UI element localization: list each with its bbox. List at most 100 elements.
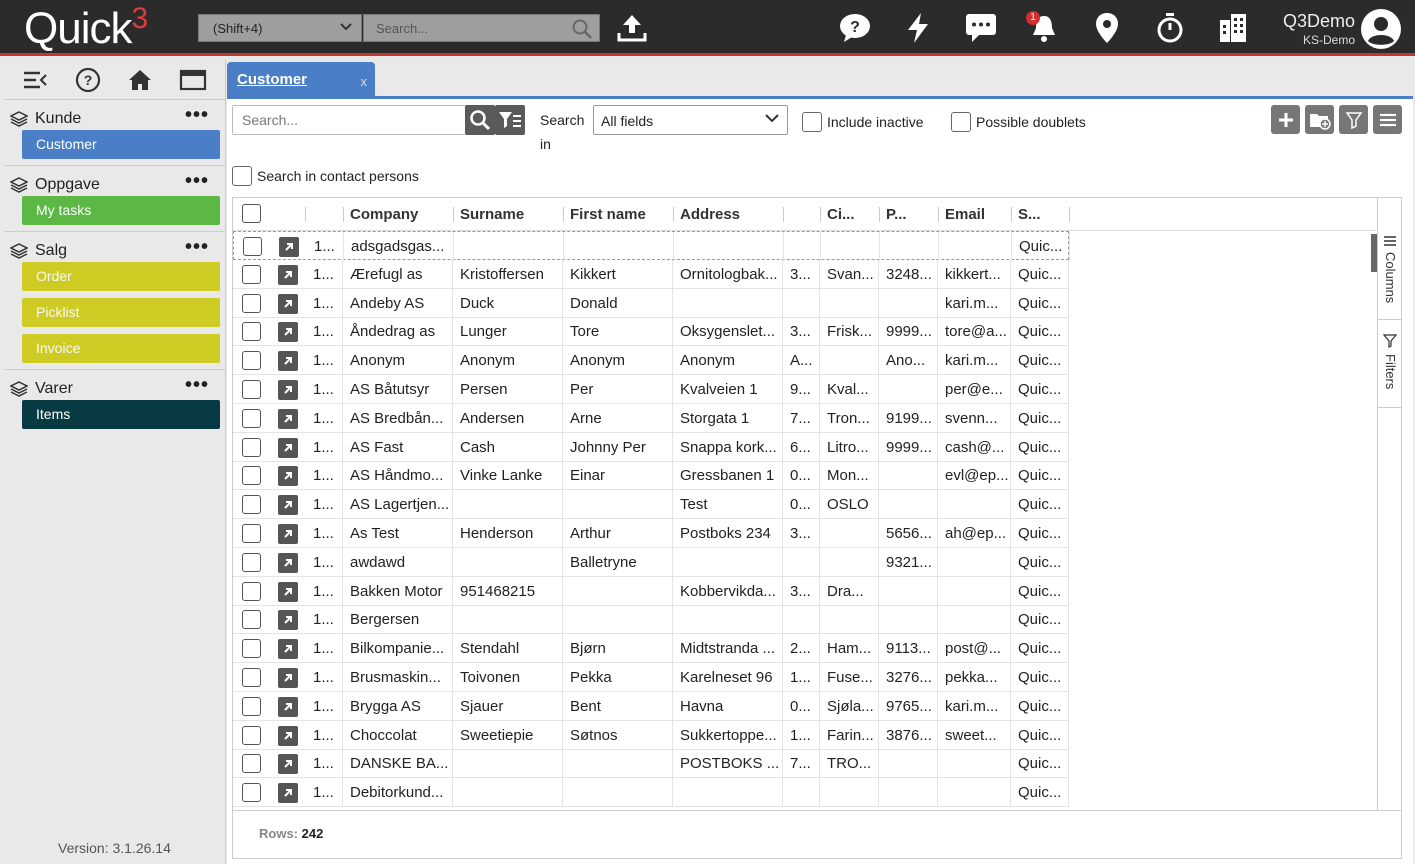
open-record-icon[interactable]	[278, 264, 298, 285]
row-checkbox[interactable]	[242, 264, 261, 284]
stopwatch-icon[interactable]	[1152, 11, 1188, 45]
row-checkbox[interactable]	[242, 466, 261, 486]
open-record-icon[interactable]	[278, 293, 298, 314]
table-row[interactable]: 1... Choccolat Sweetiepie Søtnos Sukkertoppe…	[233, 720, 1069, 750]
row-checkbox[interactable]	[242, 668, 261, 687]
column-header-city[interactable]: Ci...	[820, 198, 879, 231]
add-folder-icon[interactable]	[1305, 105, 1334, 134]
table-row[interactable]: 1... awdawd Balletryne 9321... Quic...	[233, 547, 1069, 577]
row-checkbox[interactable]	[242, 696, 261, 716]
table-row[interactable]: 1... AS Lagertjen... Test 0... OSLO Quic...	[233, 490, 1069, 520]
sidebar-group-header[interactable]: Oppgave •••	[4, 170, 225, 196]
table-row[interactable]: 1... Bakken Motor 951468215 Kobbervikda... 3…	[233, 576, 1069, 606]
column-header-phone[interactable]: P...	[879, 198, 938, 231]
building-icon[interactable]	[1215, 11, 1251, 45]
close-icon[interactable]: x	[361, 74, 368, 89]
column-header-email[interactable]: Email	[938, 198, 1011, 231]
row-checkbox[interactable]	[243, 237, 262, 256]
row-checkbox[interactable]	[242, 610, 261, 630]
more-options-icon[interactable]: •••	[185, 170, 209, 192]
column-header-address[interactable]: Address	[673, 198, 783, 231]
row-checkbox[interactable]	[242, 552, 261, 572]
select-all-checkbox[interactable]	[242, 204, 261, 223]
table-row[interactable]: 1... AS Båtutsyr Persen Per Kvalveien 1 9... K…	[233, 375, 1069, 404]
table-row[interactable]: 1... Andeby AS Duck Donald kari.m... Quic...	[233, 288, 1069, 318]
location-pin-icon[interactable]	[1089, 11, 1125, 45]
avatar[interactable]	[1360, 8, 1402, 50]
row-checkbox[interactable]	[242, 754, 261, 774]
row-checkbox[interactable]	[242, 783, 261, 803]
help-chat-icon[interactable]: ?	[837, 11, 873, 45]
column-header-surname[interactable]: Surname	[453, 198, 563, 231]
column-header-zip[interactable]	[783, 198, 820, 231]
upload-icon[interactable]	[614, 11, 650, 45]
sidebar-item-customer[interactable]: Customer	[22, 130, 220, 159]
table-row[interactable]: 1... Brusmaskin... Toivonen Pekka Karelneset…	[233, 663, 1069, 692]
table-row[interactable]: 1... Anonym Anonym Anonym Anonym A... Ano... ka…	[233, 346, 1069, 376]
table-row[interactable]: 1... Debitorkund... Quic...	[233, 778, 1069, 808]
include-inactive-checkbox[interactable]	[802, 112, 822, 132]
table-row[interactable]: 1... As Test Henderson Arthur Postboks 234 3.…	[233, 519, 1069, 548]
sidebar-item-order[interactable]: Order	[22, 262, 220, 291]
open-record-icon[interactable]	[278, 466, 298, 487]
row-checkbox[interactable]	[242, 380, 261, 399]
column-header-first-name[interactable]: First name	[563, 198, 673, 231]
open-record-icon[interactable]	[278, 668, 298, 688]
row-checkbox[interactable]	[242, 725, 261, 745]
search-button[interactable]	[465, 105, 495, 135]
row-checkbox[interactable]	[242, 293, 261, 313]
sidebar-group-header[interactable]: Salg •••	[4, 236, 225, 262]
customer-search-input[interactable]	[233, 106, 465, 134]
table-row[interactable]: 1... Ærefugl as Kristoffersen Kikkert Ornito…	[233, 259, 1069, 289]
open-record-icon[interactable]	[278, 495, 298, 516]
lightning-icon[interactable]	[900, 11, 936, 45]
app-logo[interactable]: Quick3	[24, 2, 148, 54]
table-row[interactable]: 1... AS Bredbån... Andersen Arne Storgata 17…	[233, 403, 1069, 433]
user-name[interactable]: Q3Demo	[1283, 11, 1355, 32]
open-record-icon[interactable]	[278, 725, 298, 746]
messages-icon[interactable]	[963, 11, 999, 45]
sidebar-item-invoice[interactable]: Invoice	[22, 334, 220, 363]
collapse-menu-icon[interactable]	[21, 66, 49, 94]
add-button[interactable]	[1271, 105, 1300, 134]
column-header-company[interactable]: Company	[343, 198, 453, 231]
menu-icon[interactable]	[1373, 105, 1402, 134]
open-record-icon[interactable]	[278, 610, 298, 631]
table-row[interactable]: 1... Bergersen Quic...	[233, 605, 1069, 635]
open-record-icon[interactable]	[278, 639, 298, 660]
tab-customer[interactable]: Customer x	[227, 62, 375, 96]
more-options-icon[interactable]: •••	[185, 236, 209, 258]
sidebar-item-picklist[interactable]: Picklist	[22, 298, 220, 327]
row-checkbox[interactable]	[242, 408, 261, 428]
column-header-source[interactable]: S...	[1011, 198, 1069, 231]
home-icon[interactable]	[126, 66, 154, 94]
open-record-icon[interactable]	[278, 552, 298, 573]
open-record-icon[interactable]	[278, 696, 298, 717]
open-record-icon[interactable]	[278, 437, 298, 458]
window-icon[interactable]	[179, 66, 207, 94]
sidebar-group-header[interactable]: Kunde •••	[4, 104, 225, 130]
open-record-icon[interactable]	[278, 754, 298, 775]
search-contacts-checkbox[interactable]	[232, 166, 252, 186]
table-row[interactable]: 1... AS Håndmo... Vinke Lanke Einar Gressban…	[233, 461, 1069, 491]
filter-list-icon[interactable]	[495, 105, 525, 135]
table-row[interactable]: 1... AS Fast Cash Johnny Per Snappa kork... 6…	[233, 432, 1069, 462]
open-record-icon[interactable]	[278, 380, 298, 400]
possible-doublets-checkbox[interactable]	[951, 112, 971, 132]
row-checkbox[interactable]	[242, 437, 261, 457]
module-shortcut-select[interactable]: (Shift+4)	[198, 14, 362, 42]
more-options-icon[interactable]: •••	[185, 104, 209, 126]
open-record-icon[interactable]	[278, 322, 298, 343]
row-checkbox[interactable]	[242, 322, 261, 342]
sidebar-group-header[interactable]: Varer •••	[4, 374, 225, 400]
table-row[interactable]: 1... Brygga AS Sjauer Bent Havna 0... Sjøla...…	[233, 691, 1069, 721]
row-checkbox[interactable]	[242, 351, 261, 371]
open-record-icon[interactable]	[279, 237, 299, 257]
global-search-input[interactable]	[364, 15, 564, 41]
row-checkbox[interactable]	[242, 524, 261, 543]
row-checkbox[interactable]	[242, 495, 261, 515]
row-checkbox[interactable]	[242, 581, 261, 601]
open-record-icon[interactable]	[278, 581, 298, 602]
sidebar-item-my-tasks[interactable]: My tasks	[22, 196, 220, 225]
search-icon[interactable]	[571, 18, 593, 43]
